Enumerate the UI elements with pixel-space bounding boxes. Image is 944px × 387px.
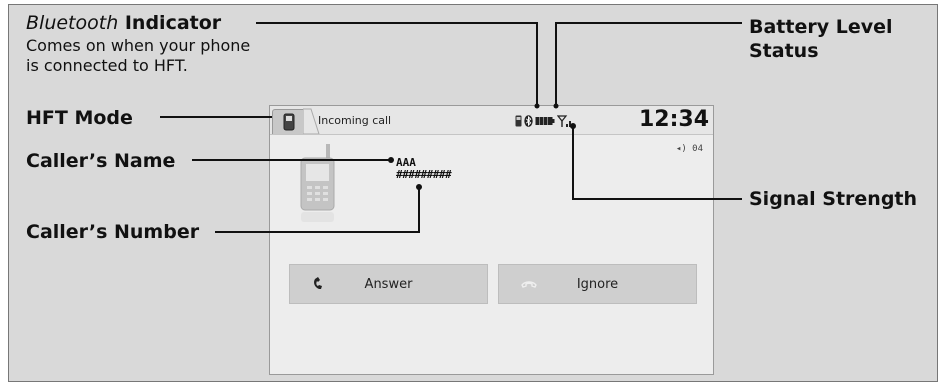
phone-hangup-icon [499,279,559,289]
hft-screen: Incoming call 12:34 ◂) 04 AAA ######### … [269,105,714,375]
ignore-button[interactable]: Ignore [498,264,697,304]
battery-level-label-line2: Status [749,40,819,62]
signal-strength-label: Signal Strength [749,188,918,210]
bluetooth-description-line1: Comes on when your phone [26,36,251,55]
caller-phone-icon [300,144,335,222]
hft-mode-tab[interactable] [272,109,306,134]
clock: 12:34 [638,107,709,132]
callers-number-label: Caller’s Number [26,221,200,243]
status-bar: Incoming call 12:34 [270,106,713,135]
callers-name-label: Caller’s Name [26,150,176,172]
phone-icon [283,113,295,131]
signal-strength-icon [557,115,571,127]
status-icons [515,114,573,128]
status-text: Incoming call [318,114,392,127]
volume-level: ◂) 04 [675,144,703,154]
answer-button[interactable]: Answer [289,264,488,304]
hft-mode-label: HFT Mode [26,107,133,129]
bluetooth-description-line2: is connected to HFT. [26,56,188,75]
bluetooth-indicator-label: Bluetooth Indicator [26,12,222,34]
bluetooth-icon [524,115,533,127]
battery-level-label-line1: Battery Level [749,16,893,38]
caller-number: ######### [396,168,452,181]
phone-answer-icon [290,277,350,291]
battery-icon [535,117,555,125]
phone-small-icon [515,115,522,127]
